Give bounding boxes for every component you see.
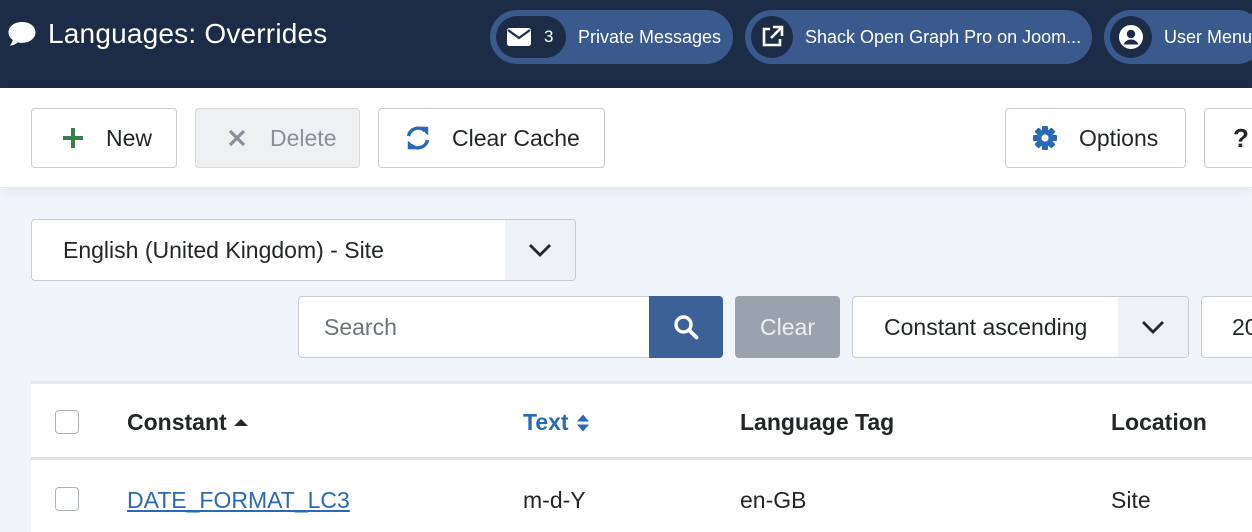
help-button-label: ?: [1233, 122, 1249, 153]
toolbar: New Delete Clear Cache Options ?: [0, 88, 1252, 188]
clear-cache-button[interactable]: Clear Cache: [378, 108, 605, 168]
comment-icon: [6, 18, 38, 50]
search-button[interactable]: [649, 296, 723, 358]
message-count-badge: 3: [496, 16, 566, 58]
location: Site: [1111, 487, 1151, 513]
column-header-location-label: Location: [1111, 409, 1207, 435]
delete-button[interactable]: Delete: [195, 108, 360, 168]
header-bar: Languages: Overrides 3 Private Messages …: [0, 0, 1252, 88]
external-link-icon: [751, 16, 793, 58]
chevron-down-icon: [1118, 297, 1188, 357]
select-all-checkbox[interactable]: [55, 410, 79, 434]
constant-link[interactable]: DATE_FORMAT_LC3: [127, 487, 350, 514]
sort-select[interactable]: Constant ascending: [852, 296, 1189, 358]
page-title-text: Languages: Overrides: [48, 18, 328, 49]
search-input[interactable]: [298, 296, 650, 358]
language-select-value: English (United Kingdom) - Site: [63, 237, 384, 263]
page-title: Languages: Overrides: [6, 18, 328, 50]
clear-cache-button-label: Clear Cache: [452, 124, 580, 151]
column-header-constant-label: Constant: [127, 409, 227, 435]
plus-icon: [58, 123, 88, 153]
column-header-language-tag-label: Language Tag: [740, 409, 895, 435]
row-checkbox[interactable]: [55, 487, 79, 511]
language-select[interactable]: English (United Kingdom) - Site: [31, 219, 576, 281]
table-row: DATE_FORMAT_LC3 m-d-Y en-GB Site: [31, 463, 1252, 532]
column-header-text[interactable]: Text: [523, 409, 590, 436]
delete-button-label: Delete: [270, 124, 337, 151]
column-header-location: Location: [1111, 409, 1207, 436]
search-icon: [673, 314, 699, 340]
options-button[interactable]: Options: [1005, 108, 1186, 168]
language-tag: en-GB: [740, 487, 807, 513]
caret-up-icon: [233, 418, 248, 427]
sort-icon: [576, 413, 590, 433]
overrides-table: Constant Text Language Tag Location DATE…: [31, 381, 1252, 532]
column-header-language-tag: Language Tag: [740, 409, 894, 436]
open-graph-link[interactable]: Shack Open Graph Pro on Joom...: [745, 10, 1092, 64]
table-header: Constant Text Language Tag Location: [31, 384, 1252, 460]
clear-button[interactable]: Clear: [735, 296, 840, 358]
limit-select[interactable]: 20: [1201, 296, 1252, 358]
open-graph-label: Shack Open Graph Pro on Joom...: [805, 26, 1082, 47]
private-messages-button[interactable]: 3 Private Messages: [490, 10, 733, 64]
column-header-text-label: Text: [523, 409, 569, 435]
new-button-label: New: [106, 124, 153, 151]
new-button[interactable]: New: [31, 108, 177, 168]
message-count: 3: [544, 27, 554, 46]
times-icon: [222, 123, 252, 153]
gear-icon: [1030, 123, 1060, 153]
sync-icon: [403, 123, 433, 153]
user-menu-button[interactable]: User Menu: [1104, 10, 1252, 64]
chevron-down-icon: [505, 220, 575, 280]
options-button-label: Options: [1079, 124, 1159, 151]
user-circle-icon: [1110, 16, 1152, 58]
column-header-constant[interactable]: Constant: [127, 409, 248, 436]
override-text: m-d-Y: [523, 487, 586, 513]
sort-select-value: Constant ascending: [884, 314, 1088, 340]
private-messages-label: Private Messages: [578, 26, 722, 47]
help-button[interactable]: ?: [1204, 108, 1252, 168]
user-menu-label: User Menu: [1164, 26, 1252, 47]
envelope-icon: [506, 27, 532, 47]
